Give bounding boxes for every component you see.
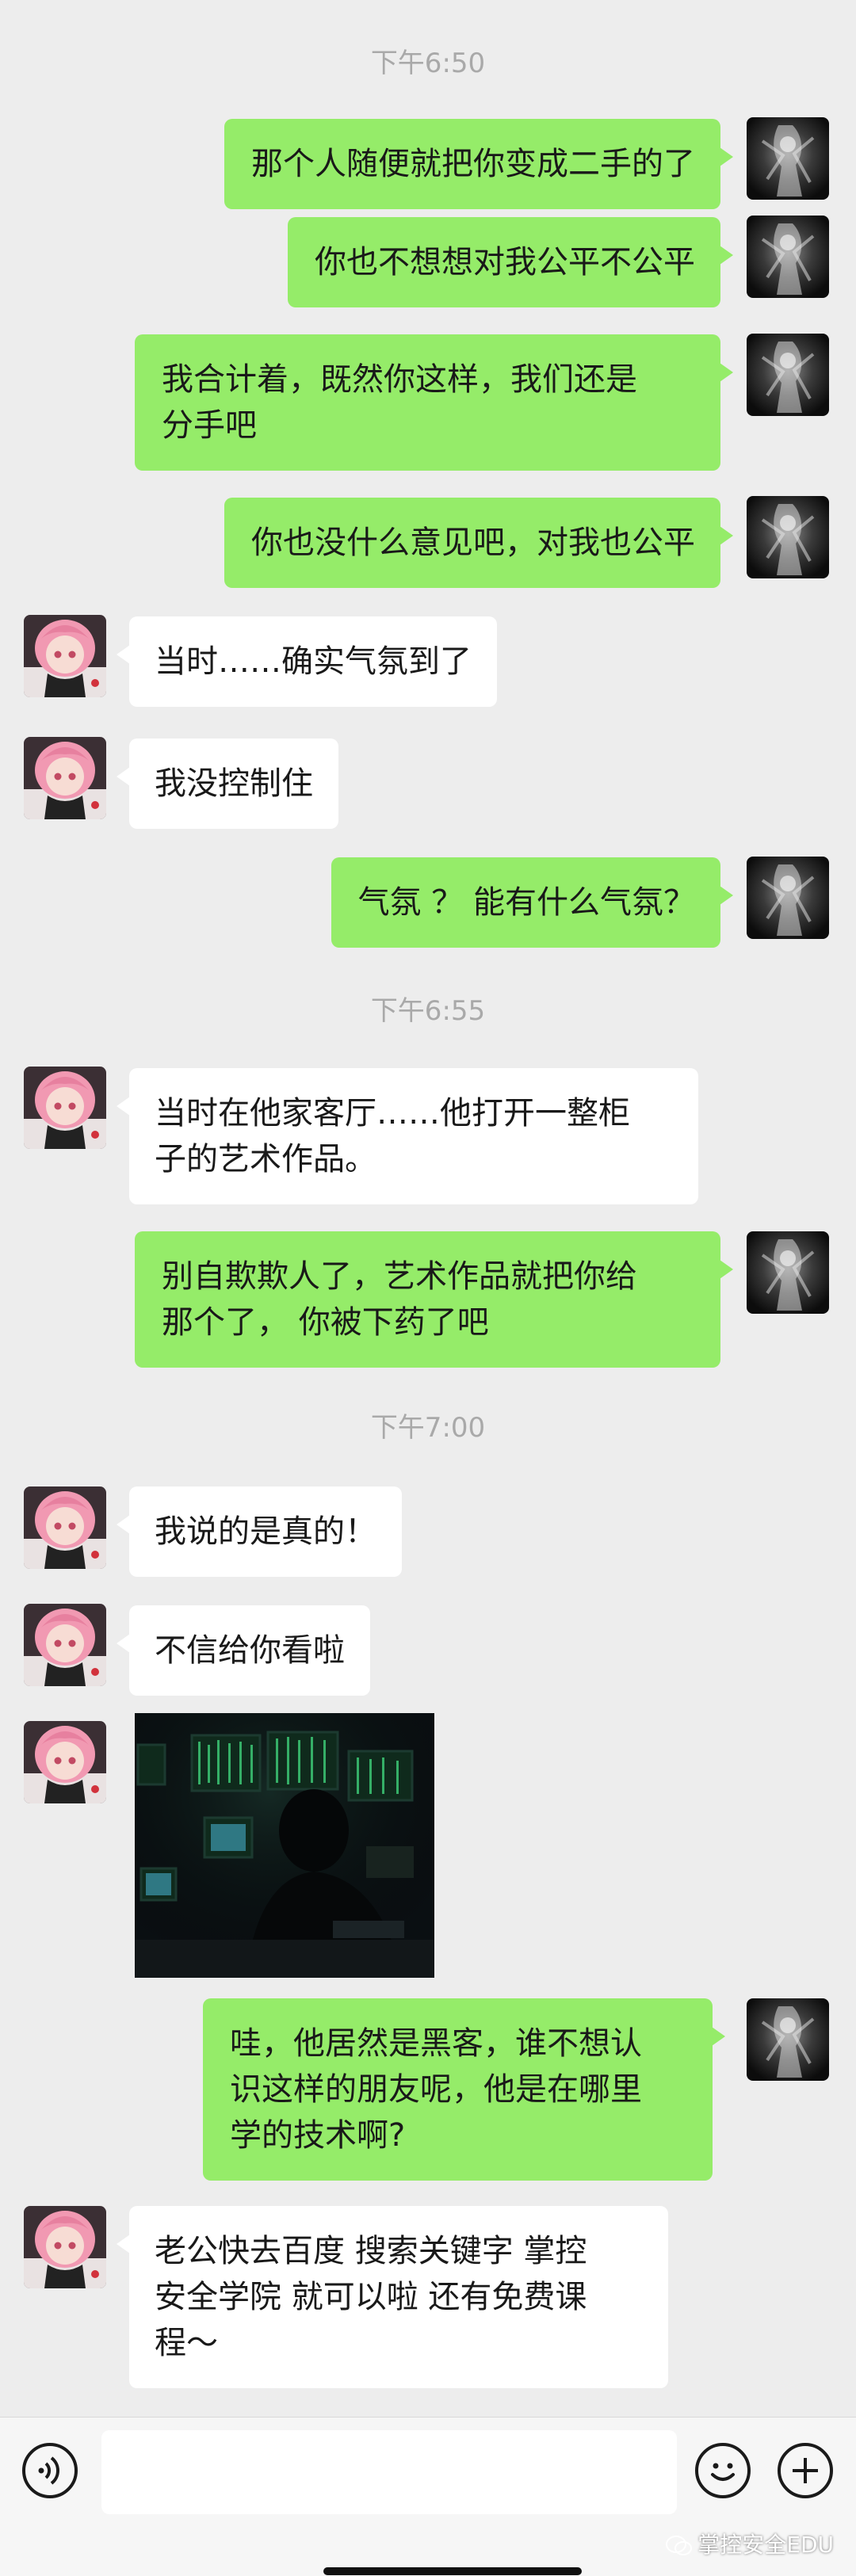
message-bubble-outgoing[interactable]: 别自欺欺人了，艺术作品就把你给 那个了， 你被下药了吧 [135,1231,733,1368]
contact-avatar[interactable] [24,2206,106,2288]
my-avatar[interactable] [747,334,829,416]
contact-avatar[interactable] [24,1486,106,1569]
chat-area[interactable]: 下午6:50 那个人随便就把你变成二手的了 你也不想想对我公平不公平 我合计着，… [0,0,856,2417]
emoji-icon[interactable] [695,2443,751,2498]
message-text: 你也没什么意见吧，对我也公平 [251,525,695,561]
watermark-logo-icon [666,2535,693,2557]
message-bubble-outgoing[interactable]: 哇，他居然是黑客，谁不想认 识这样的朋友呢，他是在哪里 学的技术啊? [203,1998,725,2181]
message-text: 那个了， 你被下药了吧 [162,1304,489,1341]
my-avatar[interactable] [747,216,829,298]
message-text: 程～ [155,2325,218,2361]
message-text: 我没控制住 [155,765,313,802]
timestamp: 下午6:50 [370,48,486,79]
message-bubble-outgoing[interactable]: 你也不想想对我公平不公平 [288,217,733,307]
contact-avatar[interactable] [24,1067,106,1149]
message-text: 学的技术啊? [230,2117,406,2154]
message-bubble-incoming[interactable]: 我没控制住 [117,738,338,829]
my-avatar[interactable] [747,1998,829,2081]
contact-avatar[interactable] [24,1721,106,1803]
contact-avatar[interactable] [24,1604,106,1686]
message-text: 当时……确实气氛到了 [155,643,472,680]
message-text: 哇，他居然是黑客，谁不想认 [230,2025,642,2062]
message-text: 不信给你看啦 [155,1632,345,1669]
contact-avatar[interactable] [24,737,106,819]
message-bubble-outgoing[interactable]: 你也没什么意见吧，对我也公平 [224,498,733,588]
message-input[interactable] [101,2430,677,2514]
message-bubble-incoming[interactable]: 老公快去百度 搜索关键字 掌控 安全学院 就可以啦 还有免费课 程～ [117,2206,668,2388]
message-text: 子的艺术作品。 [155,1141,376,1177]
message-bubble-incoming[interactable]: 不信给你看啦 [117,1605,370,1696]
message-text: 那个人随便就把你变成二手的了 [251,146,695,182]
message-text: 我合计着，既然你这样，我们还是 [162,361,637,398]
message-bubble-incoming[interactable]: 当时在他家客厅……他打开一整柜 子的艺术作品。 [117,1068,698,1204]
message-text: 识这样的朋友呢，他是在哪里 [230,2071,642,2108]
message-text: 别自欺欺人了，艺术作品就把你给 [162,1258,637,1295]
voice-icon[interactable] [22,2443,78,2498]
message-bubble-outgoing[interactable]: 那个人随便就把你变成二手的了 [224,119,733,209]
plus-icon[interactable] [778,2443,833,2498]
timestamp: 下午7:00 [370,1412,486,1444]
my-avatar[interactable] [747,117,829,200]
message-text: 气氛 ？ 能有什么气氛？ [357,884,695,921]
watermark-text: 掌控安全EDU [697,2532,834,2558]
my-avatar[interactable] [747,857,829,939]
message-text: 安全学院 就可以啦 还有免费课 [155,2279,587,2315]
message-text: 老公快去百度 搜索关键字 掌控 [155,2233,587,2269]
home-indicator [323,2567,582,2575]
my-avatar[interactable] [747,496,829,578]
message-text: 你也不想想对我公平不公平 [315,244,695,280]
message-text: 分手吧 [162,407,257,444]
message-bubble-outgoing[interactable]: 我合计着，既然你这样，我们还是 分手吧 [135,334,733,471]
timestamp: 下午6:55 [370,995,486,1027]
my-avatar[interactable] [747,1231,829,1314]
message-text: 当时在他家客厅……他打开一整柜 [155,1095,630,1132]
watermark: 掌控安全EDU [666,2528,834,2559]
contact-avatar[interactable] [24,615,106,697]
hacker-photo[interactable] [135,1713,434,1978]
message-bubble-outgoing[interactable]: 气氛 ？ 能有什么气氛？ [331,857,734,948]
message-text: 我说的是真的！ [155,1513,376,1550]
message-bubble-incoming[interactable]: 我说的是真的！ [117,1486,402,1577]
message-bubble-incoming[interactable]: 当时……确实气氛到了 [117,616,497,707]
